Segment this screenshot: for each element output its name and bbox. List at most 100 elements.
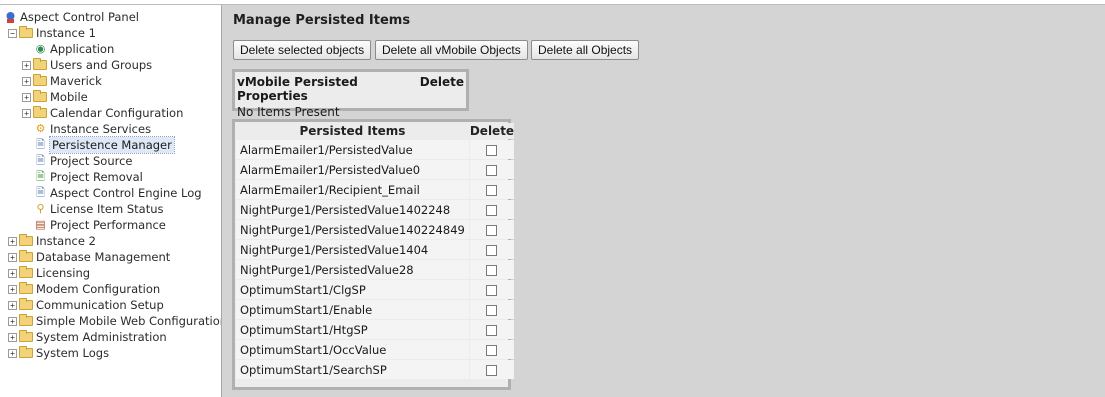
tree-item-mobile[interactable]: + Mobile — [0, 89, 221, 105]
chart-icon: ▤ — [35, 218, 46, 231]
column-header-delete: Delete — [469, 123, 515, 139]
tree-item-project-performance[interactable]: ▤ Project Performance — [0, 217, 221, 233]
tree-item-system-administration[interactable]: + System Administration — [0, 329, 221, 345]
expand-icon[interactable]: + — [8, 252, 17, 262]
folder-icon — [19, 330, 33, 342]
tree-item-calendar-configuration[interactable]: + Calendar Configuration — [0, 105, 221, 121]
item-name: NightPurge1/PersistedValue28 — [236, 260, 469, 279]
table-row: AlarmEmailer1/Recipient_Email — [236, 180, 515, 199]
persisted-items-table: Persisted Items Delete AlarmEmailer1/Per… — [235, 122, 515, 380]
delete-checkbox[interactable] — [486, 184, 498, 196]
vmobile-empty-text: No Items Present — [237, 105, 340, 119]
tree-item-communication-setup[interactable]: + Communication Setup — [0, 297, 221, 313]
expand-icon[interactable]: + — [8, 332, 17, 342]
expand-icon[interactable]: + — [8, 236, 17, 246]
tree-root[interactable]: Aspect Control Panel — [0, 9, 221, 25]
table-row: NightPurge1/PersistedValue1402248 — [236, 200, 515, 219]
navigation-tree: Aspect Control Panel − Instance 1 ◉ Appl… — [0, 5, 222, 397]
tree-item-users-and-groups[interactable]: + Users and Groups — [0, 57, 221, 73]
folder-icon — [33, 58, 47, 70]
vmobile-header-delete: Delete — [419, 75, 464, 89]
item-name: AlarmEmailer1/PersistedValue0 — [236, 160, 469, 179]
delete-checkbox[interactable] — [486, 224, 498, 236]
persisted-items-panel: Persisted Items Delete AlarmEmailer1/Per… — [232, 119, 515, 390]
tree-item-persistence-manager[interactable]: 🗎 Persistence Manager — [0, 136, 221, 154]
table-row: NightPurge1/PersistedValue1404 — [236, 240, 515, 259]
delete-checkbox[interactable] — [486, 364, 498, 376]
tree-item-maverick[interactable]: + Maverick — [0, 73, 221, 89]
item-name: NightPurge1/PersistedValue1402248 — [236, 200, 469, 219]
delete-checkbox[interactable] — [486, 164, 498, 176]
tree-item-project-source[interactable]: 🗎 Project Source — [0, 153, 221, 169]
tree-item-license-item-status[interactable]: ⚲ License Item Status — [0, 201, 221, 217]
tree-item-database-management[interactable]: + Database Management — [0, 249, 221, 265]
document-icon: 🗎 — [36, 186, 45, 199]
delete-checkbox[interactable] — [486, 324, 498, 336]
folder-icon — [19, 346, 33, 358]
page-title: Manage Persisted Items — [233, 13, 411, 28]
item-name: OptimumStart1/Enable — [236, 300, 469, 319]
expand-icon[interactable]: + — [22, 92, 31, 102]
delete-checkbox[interactable] — [486, 304, 498, 316]
gear-icon: ⚙ — [35, 122, 46, 135]
column-header-persisted-items: Persisted Items — [236, 123, 469, 139]
tree-item-instance-1[interactable]: − Instance 1 — [0, 25, 221, 41]
expand-icon[interactable]: + — [22, 108, 31, 118]
delete-checkbox[interactable] — [486, 344, 498, 356]
delete-all-vmobile-button[interactable]: Delete all vMobile Objects — [375, 40, 528, 60]
tree-item-simple-mobile-web-configuration[interactable]: + Simple Mobile Web Configuration — [0, 313, 221, 329]
delete-checkbox[interactable] — [486, 144, 498, 156]
application-globe-icon: ◉ — [35, 42, 46, 55]
expand-icon[interactable]: + — [8, 268, 17, 278]
folder-icon — [19, 234, 33, 246]
expand-icon[interactable]: + — [22, 60, 31, 70]
expand-icon[interactable]: + — [22, 76, 31, 86]
delete-selected-button[interactable]: Delete selected objects — [233, 40, 372, 60]
folder-icon — [19, 314, 33, 326]
tree-item-engine-log[interactable]: 🗎 Aspect Control Engine Log — [0, 185, 221, 201]
folder-icon — [33, 90, 47, 102]
item-name: AlarmEmailer1/Recipient_Email — [236, 180, 469, 199]
folder-icon — [19, 298, 33, 310]
tree-item-system-logs[interactable]: + System Logs — [0, 345, 221, 361]
expand-icon[interactable]: + — [8, 300, 17, 310]
document-remove-icon: 🗎 — [36, 170, 45, 183]
folder-icon — [33, 74, 47, 86]
main-content: Manage Persisted Items Delete selected o… — [223, 5, 1105, 397]
document-icon: 🗎 — [36, 154, 45, 167]
item-name: OptimumStart1/ClgSP — [236, 280, 469, 299]
tree-item-instance-2[interactable]: + Instance 2 — [0, 233, 221, 249]
table-row: OptimumStart1/HtgSP — [236, 320, 515, 339]
folder-icon — [19, 266, 33, 278]
expand-icon[interactable]: + — [8, 316, 17, 326]
table-row: NightPurge1/PersistedValue28 — [236, 260, 515, 279]
table-row: OptimumStart1/Enable — [236, 300, 515, 319]
table-row: OptimumStart1/ClgSP — [236, 280, 515, 299]
delete-checkbox[interactable] — [486, 264, 498, 276]
tree-item-modem-configuration[interactable]: + Modem Configuration — [0, 281, 221, 297]
table-row: OptimumStart1/OccValue — [236, 340, 515, 359]
item-name: OptimumStart1/SearchSP — [236, 360, 469, 379]
delete-all-objects-button[interactable]: Delete all Objects — [531, 40, 640, 60]
table-row: AlarmEmailer1/PersistedValue0 — [236, 160, 515, 179]
tree-item-instance-services[interactable]: ⚙ Instance Services — [0, 121, 221, 137]
tree-root-label: Aspect Control Panel — [20, 10, 139, 24]
tree-item-project-removal[interactable]: 🗎 Project Removal — [0, 169, 221, 185]
delete-checkbox[interactable] — [486, 244, 498, 256]
item-name: OptimumStart1/OccValue — [236, 340, 469, 359]
table-row: AlarmEmailer1/PersistedValue — [236, 140, 515, 159]
table-row: NightPurge1/PersistedValue140224849 — [236, 220, 515, 239]
delete-checkbox[interactable] — [486, 204, 498, 216]
tree-item-licensing[interactable]: + Licensing — [0, 265, 221, 281]
folder-icon — [19, 250, 33, 262]
table-row: OptimumStart1/SearchSP — [236, 360, 515, 379]
tree-item-application[interactable]: ◉ Application — [0, 41, 221, 57]
folder-open-icon — [19, 26, 33, 38]
expand-icon[interactable]: + — [8, 348, 17, 358]
collapse-icon[interactable]: − — [8, 28, 17, 38]
delete-checkbox[interactable] — [486, 284, 498, 296]
expand-icon[interactable]: + — [8, 284, 17, 294]
folder-icon — [33, 106, 47, 118]
item-name: NightPurge1/PersistedValue1404 — [236, 240, 469, 259]
document-icon: 🗎 — [36, 138, 45, 151]
